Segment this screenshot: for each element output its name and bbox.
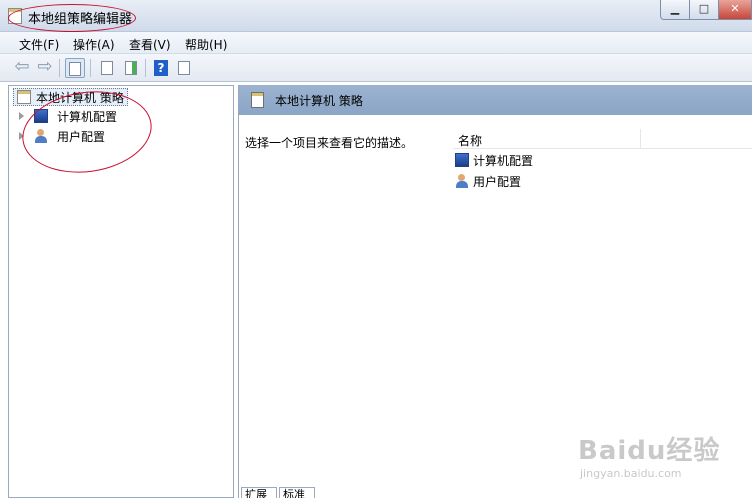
menu-help[interactable]: 帮助(H) xyxy=(185,36,227,53)
export-list-icon[interactable] xyxy=(121,58,141,78)
toolbar-separator xyxy=(90,59,91,77)
details-header: 本地计算机 策略 xyxy=(239,85,752,115)
help-icon[interactable]: ? xyxy=(151,58,171,78)
list-header[interactable]: 名称 xyxy=(453,129,752,149)
details-title: 本地计算机 策略 xyxy=(275,94,363,108)
menu-view[interactable]: 查看(V) xyxy=(129,36,171,53)
properties-icon[interactable] xyxy=(97,58,117,78)
show-hide-action-pane-icon[interactable] xyxy=(174,58,194,78)
policy-icon xyxy=(17,90,31,104)
view-tabs: 扩展 标准 xyxy=(239,485,752,498)
watermark-brand: Baidu经验 xyxy=(578,436,721,466)
list-item-computer-config[interactable]: 计算机配置 xyxy=(453,152,533,170)
maximize-button[interactable]: □ xyxy=(689,0,719,20)
list-item-label: 用户配置 xyxy=(473,175,522,189)
list-item-label: 计算机配置 xyxy=(473,154,534,168)
tab-standard[interactable]: 标准 xyxy=(279,487,315,498)
computer-icon xyxy=(455,153,469,167)
column-divider[interactable] xyxy=(640,129,641,148)
forward-arrow-icon[interactable]: ⇨ xyxy=(35,58,55,78)
baidu-watermark: Baidu经验 jingyan.baidu.com xyxy=(578,430,720,480)
column-header-name[interactable]: 名称 xyxy=(458,132,482,149)
show-hide-tree-icon[interactable] xyxy=(65,58,85,78)
policy-icon xyxy=(251,92,264,108)
tab-extended[interactable]: 扩展 xyxy=(241,487,277,498)
watermark-url: jingyan.baidu.com xyxy=(580,467,682,480)
minimize-button[interactable]: ▁ xyxy=(660,0,690,20)
list-item-user-config[interactable]: 用户配置 xyxy=(453,173,521,191)
toolbar-separator xyxy=(145,59,146,77)
menu-bar: 文件(F) 操作(A) 查看(V) 帮助(H) xyxy=(0,32,752,54)
description-text: 选择一个项目来查看它的描述。 xyxy=(245,136,414,150)
menu-action[interactable]: 操作(A) xyxy=(73,36,115,53)
toolbar: ⇦ ⇨ ? xyxy=(0,54,752,82)
toolbar-separator xyxy=(59,59,60,77)
expand-arrow-icon[interactable] xyxy=(19,112,24,120)
menu-file[interactable]: 文件(F) xyxy=(19,36,59,53)
annotation-circle-title xyxy=(8,4,136,32)
close-button[interactable]: ✕ xyxy=(718,0,752,20)
user-icon xyxy=(455,174,469,188)
back-arrow-icon[interactable]: ⇦ xyxy=(12,58,32,78)
